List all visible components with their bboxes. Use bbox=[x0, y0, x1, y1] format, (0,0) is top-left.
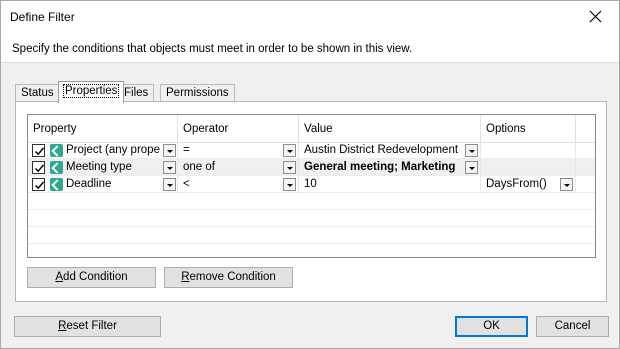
close-icon bbox=[589, 10, 602, 23]
options-cell[interactable] bbox=[481, 159, 576, 176]
title-bar: Define Filter bbox=[1, 1, 619, 32]
value-text: Austin District Redevelopment bbox=[304, 144, 459, 156]
ok-button[interactable]: OK bbox=[455, 316, 528, 337]
table-row[interactable]: Meeting type one of General meeting; Mar… bbox=[28, 159, 595, 176]
row-checkbox[interactable] bbox=[32, 178, 45, 191]
column-header-value[interactable]: Value bbox=[299, 115, 481, 143]
property-name: Meeting type bbox=[66, 161, 132, 173]
window-title: Define Filter bbox=[10, 10, 75, 24]
empty-row bbox=[28, 193, 595, 210]
tab-files-label: Files bbox=[124, 87, 149, 99]
checkmark-icon bbox=[34, 164, 45, 173]
value-dropdown-button[interactable] bbox=[465, 144, 478, 157]
tab-properties-label: Properties bbox=[62, 84, 120, 98]
value-text: 10 bbox=[304, 178, 317, 190]
property-dropdown-button[interactable] bbox=[163, 161, 176, 174]
operator-value: < bbox=[183, 178, 190, 190]
column-header-property[interactable]: Property bbox=[28, 115, 178, 143]
operator-value: = bbox=[183, 144, 190, 156]
operator-cell[interactable]: < bbox=[178, 176, 299, 193]
property-cell[interactable]: Meeting type bbox=[28, 159, 178, 176]
close-button[interactable] bbox=[573, 1, 619, 32]
value-cell[interactable]: Austin District Redevelopment bbox=[299, 142, 481, 159]
empty-row bbox=[28, 227, 595, 244]
value-cell[interactable]: 10 bbox=[299, 176, 481, 193]
row-checkbox[interactable] bbox=[32, 144, 45, 157]
property-dropdown-button[interactable] bbox=[163, 178, 176, 191]
reset-filter-button[interactable]: Reset Filter bbox=[14, 316, 161, 337]
tab-status[interactable]: Status bbox=[15, 84, 60, 102]
define-filter-dialog: Define Filter Specify the conditions tha… bbox=[0, 0, 620, 349]
row-checkbox[interactable] bbox=[32, 161, 45, 174]
checkmark-icon bbox=[34, 147, 45, 156]
property-cell[interactable]: Deadline bbox=[28, 176, 178, 193]
operator-dropdown-button[interactable] bbox=[283, 178, 296, 191]
operator-cell[interactable]: = bbox=[178, 142, 299, 159]
operator-cell[interactable]: one of bbox=[178, 159, 299, 176]
property-name: Deadline bbox=[66, 178, 112, 190]
options-cell[interactable] bbox=[481, 142, 576, 159]
column-header-options[interactable]: Options bbox=[481, 115, 576, 143]
empty-row bbox=[28, 210, 595, 227]
operator-dropdown-button[interactable] bbox=[283, 161, 296, 174]
value-text: General meeting; Marketing bbox=[304, 161, 456, 173]
column-header-operator[interactable]: Operator bbox=[178, 115, 299, 143]
options-dropdown-button[interactable] bbox=[560, 178, 573, 191]
tab-status-label: Status bbox=[21, 87, 54, 99]
tab-properties[interactable]: Properties bbox=[58, 81, 125, 103]
value-dropdown-button[interactable] bbox=[465, 161, 478, 174]
reset-filter-label: eset Filter bbox=[66, 320, 117, 332]
add-condition-hotkey: A bbox=[55, 271, 64, 283]
options-cell[interactable]: DaysFrom() bbox=[481, 176, 576, 193]
instruction-panel: Specify the conditions that objects must… bbox=[1, 32, 619, 63]
grid-header: Property Operator Value Options bbox=[28, 115, 595, 143]
instruction-text: Specify the conditions that objects must… bbox=[12, 43, 413, 55]
options-text: DaysFrom() bbox=[486, 178, 547, 190]
checkmark-icon bbox=[34, 181, 45, 190]
property-name: Project (any proper bbox=[66, 144, 160, 156]
property-icon bbox=[50, 178, 63, 191]
cancel-button[interactable]: Cancel bbox=[536, 316, 609, 337]
operator-value: one of bbox=[183, 161, 215, 173]
operator-dropdown-button[interactable] bbox=[283, 144, 296, 157]
conditions-grid[interactable]: Property Operator Value Options Project … bbox=[27, 114, 596, 258]
property-icon bbox=[50, 161, 63, 174]
tab-permissions[interactable]: Permissions bbox=[160, 84, 235, 102]
add-condition-button[interactable]: Add Condition bbox=[27, 267, 156, 288]
tab-permissions-label: Permissions bbox=[166, 87, 229, 99]
property-cell[interactable]: Project (any proper bbox=[28, 142, 178, 159]
remove-condition-hotkey: R bbox=[181, 271, 190, 283]
add-condition-label: dd Condition bbox=[63, 271, 128, 283]
table-row[interactable]: Deadline < 10 DaysFrom() bbox=[28, 176, 595, 193]
value-cell[interactable]: General meeting; Marketing bbox=[299, 159, 481, 176]
property-dropdown-button[interactable] bbox=[163, 144, 176, 157]
remove-condition-label: emove Condition bbox=[189, 271, 276, 283]
property-icon bbox=[50, 144, 63, 157]
table-row[interactable]: Project (any proper = Austin District Re… bbox=[28, 142, 595, 159]
remove-condition-button[interactable]: Remove Condition bbox=[164, 267, 293, 288]
